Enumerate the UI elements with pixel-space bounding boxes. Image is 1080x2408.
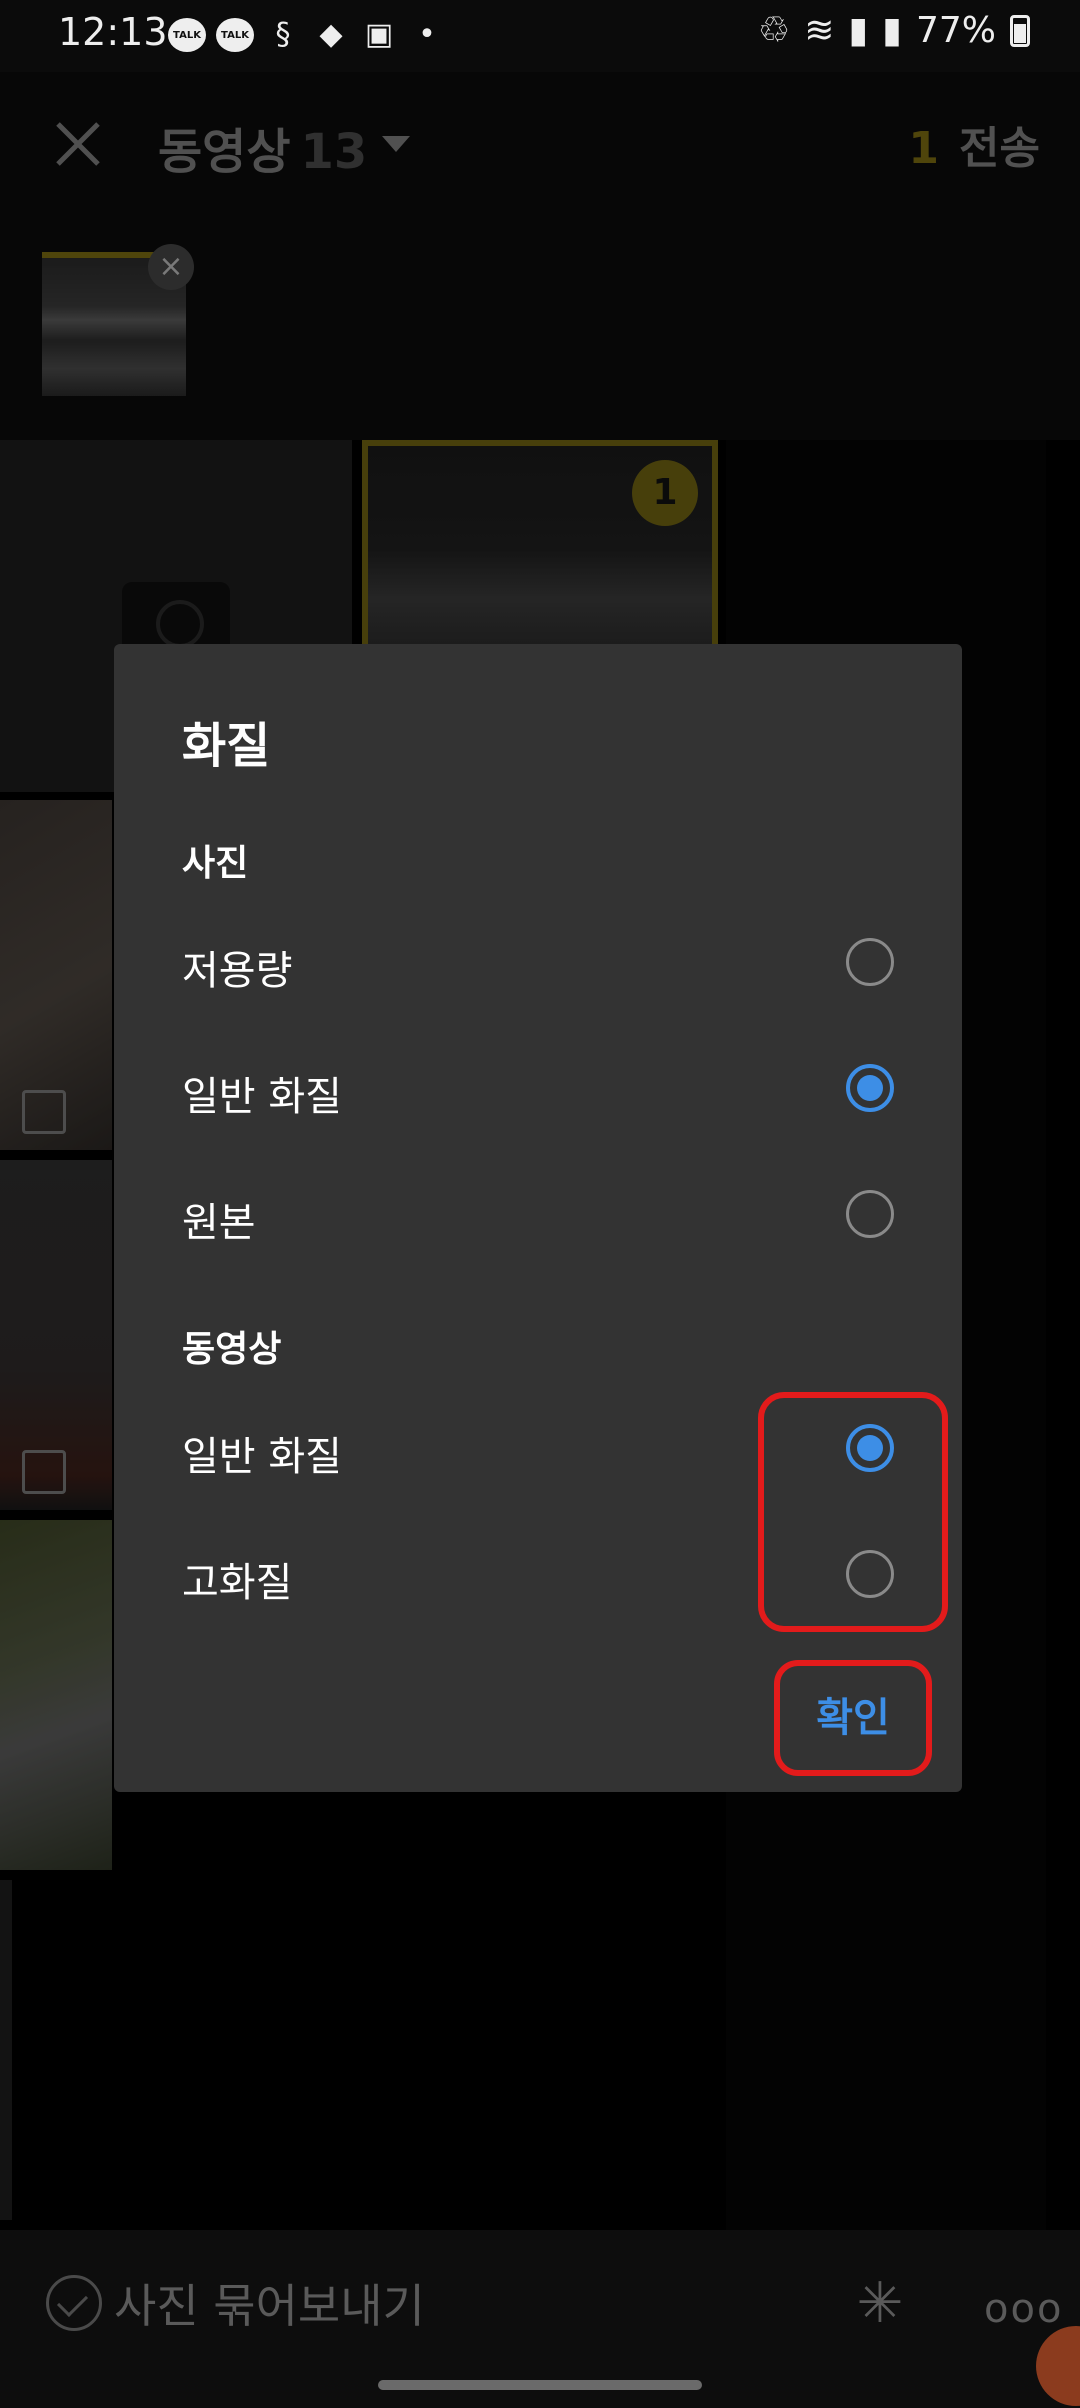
more-icon[interactable]: ooo [984,2286,1063,2332]
signal-icon: ▮ [882,10,902,51]
option-label: 원본 [182,1200,256,1246]
check-circle-icon [46,2275,102,2331]
highlight-box [758,1392,948,1632]
home-indicator[interactable] [378,2380,702,2390]
app-badge-icon: ▣ [364,17,394,52]
dialog-title: 화질 [182,718,271,774]
notification-icons: TALK TALK § ◆ ▣ • [168,18,446,52]
sparkle-icon[interactable]: ✳ [852,2276,908,2332]
photo-option-original[interactable]: 원본 [114,1166,962,1266]
recycle-icon: ♲ [757,10,791,51]
battery-percent: 77% [915,10,996,51]
dot-icon: • [418,17,436,52]
battery-icon [1010,14,1030,47]
video-section-label: 동영상 [182,1329,282,1370]
status-time: 12:13 [58,10,168,54]
swirl-icon: § [275,17,291,52]
radio-button[interactable] [846,938,894,986]
signal-icon: ▮ [848,10,869,51]
kakaotalk-icon: TALK [168,18,206,52]
bundle-label: 사진 묶어보내기 [114,2279,425,2333]
kakaotalk-icon: TALK [216,18,254,52]
option-label: 일반 화질 [182,1434,342,1480]
confirm-button[interactable]: 확인 [774,1660,932,1776]
photo-option-normal[interactable]: 일반 화질 [114,1040,962,1140]
radio-button[interactable] [846,1190,894,1238]
bundle-send-toggle[interactable]: 사진 묶어보내기 [46,2270,425,2336]
option-label: 고화질 [182,1560,293,1606]
status-right: ♲ ≋ ▮ ▮ 77% [758,10,1030,51]
quality-dialog: 화질 사진 저용량 일반 화질 원본 동영상 일반 화질 고화질 확인 [114,644,962,1792]
photo-section-label: 사진 [182,843,249,884]
game-controller-icon: ◆ [319,17,343,52]
wifi-icon: ≋ [804,10,835,51]
photo-option-low[interactable]: 저용량 [114,914,962,1014]
option-label: 저용량 [182,948,293,994]
radio-button-checked[interactable] [846,1064,894,1112]
status-bar: 12:13 TALK TALK § ◆ ▣ • ♲ ≋ ▮ ▮ 77% [0,0,1080,72]
option-label: 일반 화질 [182,1074,342,1120]
